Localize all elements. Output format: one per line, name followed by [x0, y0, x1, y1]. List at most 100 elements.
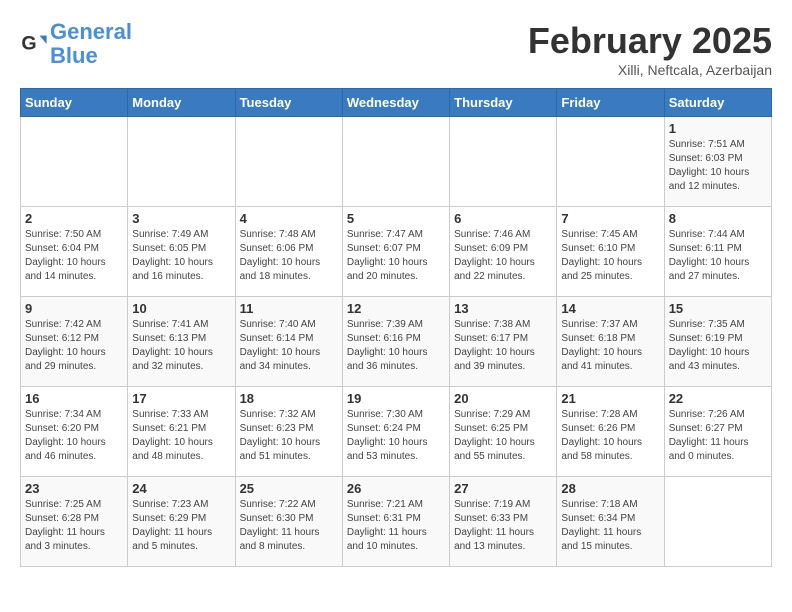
- calendar-cell: 20Sunrise: 7:29 AM Sunset: 6:25 PM Dayli…: [450, 387, 557, 477]
- day-number: 18: [240, 391, 338, 406]
- day-info: Sunrise: 7:22 AM Sunset: 6:30 PM Dayligh…: [240, 498, 338, 554]
- header-cell-thursday: Thursday: [450, 89, 557, 117]
- day-info: Sunrise: 7:19 AM Sunset: 6:33 PM Dayligh…: [454, 498, 552, 554]
- day-number: 6: [454, 211, 552, 226]
- header-cell-tuesday: Tuesday: [235, 89, 342, 117]
- calendar-cell: 10 Sunrise: 7:41 AM Sunset: 6:13 PM Dayli…: [128, 297, 235, 387]
- day-info: Sunrise: 7:39 AM Sunset: 6:16 PM Dayligh…: [347, 318, 445, 374]
- day-info: Sunrise: 7:46 AM Sunset: 6:09 PM Dayligh…: [454, 228, 552, 284]
- day-info: Sunrise: 7:21 AM Sunset: 6:31 PM Dayligh…: [347, 498, 445, 554]
- day-number: 4: [240, 211, 338, 226]
- day-number: 10: [132, 301, 230, 316]
- calendar-cell: 7 Sunrise: 7:45 AM Sunset: 6:10 PM Daylig…: [557, 207, 664, 297]
- calendar-cell: 19 Sunrise: 7:30 AM Sunset: 6:24 PM Dayli…: [342, 387, 449, 477]
- day-number: 24: [132, 481, 230, 496]
- calendar-cell: 3Sunrise: 7:49 AM Sunset: 6:05 PM Daylig…: [128, 207, 235, 297]
- calendar-cell: 16 Sunrise: 7:34 AM Sunset: 6:20 PM Dayli…: [21, 387, 128, 477]
- calendar-cell: [664, 477, 771, 567]
- day-info: Sunrise: 7:18 AM Sunset: 6:34 PM Dayligh…: [561, 498, 659, 554]
- calendar-cell: 6 Sunrise: 7:46 AM Sunset: 6:09 PM Daylig…: [450, 207, 557, 297]
- header-cell-saturday: Saturday: [664, 89, 771, 117]
- day-number: 11: [240, 301, 338, 316]
- day-info: Sunrise: 7:35 AM Sunset: 6:19 PM Dayligh…: [669, 318, 767, 374]
- calendar-cell: 5 Sunrise: 7:47 AM Sunset: 6:07 PM Daylig…: [342, 207, 449, 297]
- day-info: Sunrise: 7:50 AM Sunset: 6:04 PM Dayligh…: [25, 228, 123, 284]
- day-info: Sunrise: 7:33 AM Sunset: 6:21 PM Dayligh…: [132, 408, 230, 464]
- calendar-cell: 1 Sunrise: 7:51 AM Sunset: 6:03 PM Daylig…: [664, 117, 771, 207]
- day-info: Sunrise: 7:51 AM Sunset: 6:03 PM Dayligh…: [669, 138, 767, 194]
- day-number: 28: [561, 481, 659, 496]
- header-cell-monday: Monday: [128, 89, 235, 117]
- calendar-cell: 11Sunrise: 7:40 AM Sunset: 6:14 PM Dayli…: [235, 297, 342, 387]
- day-info: Sunrise: 7:38 AM Sunset: 6:17 PM Dayligh…: [454, 318, 552, 374]
- header-cell-friday: Friday: [557, 89, 664, 117]
- calendar-cell: 18 Sunrise: 7:32 AM Sunset: 6:23 PM Dayli…: [235, 387, 342, 477]
- day-number: 2: [25, 211, 123, 226]
- day-number: 14: [561, 301, 659, 316]
- calendar-cell: 22Sunrise: 7:26 AM Sunset: 6:27 PM Dayli…: [664, 387, 771, 477]
- day-number: 22: [669, 391, 767, 406]
- calendar-cell: 26 Sunrise: 7:21 AM Sunset: 6:31 PM Dayli…: [342, 477, 449, 567]
- day-number: 20: [454, 391, 552, 406]
- calendar-body: 1 Sunrise: 7:51 AM Sunset: 6:03 PM Daylig…: [21, 117, 772, 567]
- day-info: Sunrise: 7:44 AM Sunset: 6:11 PM Dayligh…: [669, 228, 767, 284]
- day-info: Sunrise: 7:48 AM Sunset: 6:06 PM Dayligh…: [240, 228, 338, 284]
- week-row-4: 16 Sunrise: 7:34 AM Sunset: 6:20 PM Dayli…: [21, 387, 772, 477]
- day-number: 16: [25, 391, 123, 406]
- calendar-cell: 27 Sunrise: 7:19 AM Sunset: 6:33 PM Dayli…: [450, 477, 557, 567]
- calendar-cell: 9 Sunrise: 7:42 AM Sunset: 6:12 PM Daylig…: [21, 297, 128, 387]
- calendar-cell: 25 Sunrise: 7:22 AM Sunset: 6:30 PM Dayli…: [235, 477, 342, 567]
- day-number: 1: [669, 121, 767, 136]
- header-cell-sunday: Sunday: [21, 89, 128, 117]
- calendar-cell: 12 Sunrise: 7:39 AM Sunset: 6:16 PM Dayli…: [342, 297, 449, 387]
- day-number: 27: [454, 481, 552, 496]
- week-row-1: 1 Sunrise: 7:51 AM Sunset: 6:03 PM Daylig…: [21, 117, 772, 207]
- day-number: 9: [25, 301, 123, 316]
- day-number: 17: [132, 391, 230, 406]
- day-info: Sunrise: 7:37 AM Sunset: 6:18 PM Dayligh…: [561, 318, 659, 374]
- day-info: Sunrise: 7:45 AM Sunset: 6:10 PM Dayligh…: [561, 228, 659, 284]
- calendar-header-row: SundayMondayTuesdayWednesdayThursdayFrid…: [21, 89, 772, 117]
- week-row-2: 2 Sunrise: 7:50 AM Sunset: 6:04 PM Daylig…: [21, 207, 772, 297]
- calendar-cell: [342, 117, 449, 207]
- day-info: Sunrise: 7:41 AM Sunset: 6:13 PM Dayligh…: [132, 318, 230, 374]
- week-row-5: 23 Sunrise: 7:25 AM Sunset: 6:28 PM Dayli…: [21, 477, 772, 567]
- day-number: 13: [454, 301, 552, 316]
- day-info: Sunrise: 7:30 AM Sunset: 6:24 PM Dayligh…: [347, 408, 445, 464]
- day-number: 21: [561, 391, 659, 406]
- day-number: 26: [347, 481, 445, 496]
- calendar-cell: 15 Sunrise: 7:35 AM Sunset: 6:19 PM Dayli…: [664, 297, 771, 387]
- calendar-cell: 17 Sunrise: 7:33 AM Sunset: 6:21 PM Dayli…: [128, 387, 235, 477]
- page-subtitle: Xilli, Neftcala, Azerbaijan: [528, 62, 772, 78]
- header-cell-wednesday: Wednesday: [342, 89, 449, 117]
- logo: G General Blue: [20, 20, 132, 68]
- title-block: February 2025 Xilli, Neftcala, Azerbaija…: [528, 20, 772, 78]
- calendar-cell: [450, 117, 557, 207]
- calendar-cell: [235, 117, 342, 207]
- day-number: 12: [347, 301, 445, 316]
- calendar-cell: 4 Sunrise: 7:48 AM Sunset: 6:06 PM Daylig…: [235, 207, 342, 297]
- day-number: 23: [25, 481, 123, 496]
- day-info: Sunrise: 7:34 AM Sunset: 6:20 PM Dayligh…: [25, 408, 123, 464]
- day-number: 5: [347, 211, 445, 226]
- day-info: Sunrise: 7:32 AM Sunset: 6:23 PM Dayligh…: [240, 408, 338, 464]
- day-info: Sunrise: 7:42 AM Sunset: 6:12 PM Dayligh…: [25, 318, 123, 374]
- calendar-cell: 13 Sunrise: 7:38 AM Sunset: 6:17 PM Dayli…: [450, 297, 557, 387]
- week-row-3: 9 Sunrise: 7:42 AM Sunset: 6:12 PM Daylig…: [21, 297, 772, 387]
- day-number: 15: [669, 301, 767, 316]
- logo-text: General Blue: [50, 20, 132, 68]
- day-info: Sunrise: 7:28 AM Sunset: 6:26 PM Dayligh…: [561, 408, 659, 464]
- calendar-cell: 8Sunrise: 7:44 AM Sunset: 6:11 PM Daylig…: [664, 207, 771, 297]
- calendar-cell: [128, 117, 235, 207]
- day-info: Sunrise: 7:47 AM Sunset: 6:07 PM Dayligh…: [347, 228, 445, 284]
- day-number: 19: [347, 391, 445, 406]
- day-number: 3: [132, 211, 230, 226]
- logo-icon: G: [20, 30, 48, 58]
- calendar-table: SundayMondayTuesdayWednesdayThursdayFrid…: [20, 88, 772, 567]
- calendar-cell: 23 Sunrise: 7:25 AM Sunset: 6:28 PM Dayli…: [21, 477, 128, 567]
- page-title: February 2025: [528, 20, 772, 62]
- day-info: Sunrise: 7:25 AM Sunset: 6:28 PM Dayligh…: [25, 498, 123, 554]
- day-number: 25: [240, 481, 338, 496]
- calendar-cell: 14 Sunrise: 7:37 AM Sunset: 6:18 PM Dayli…: [557, 297, 664, 387]
- day-number: 7: [561, 211, 659, 226]
